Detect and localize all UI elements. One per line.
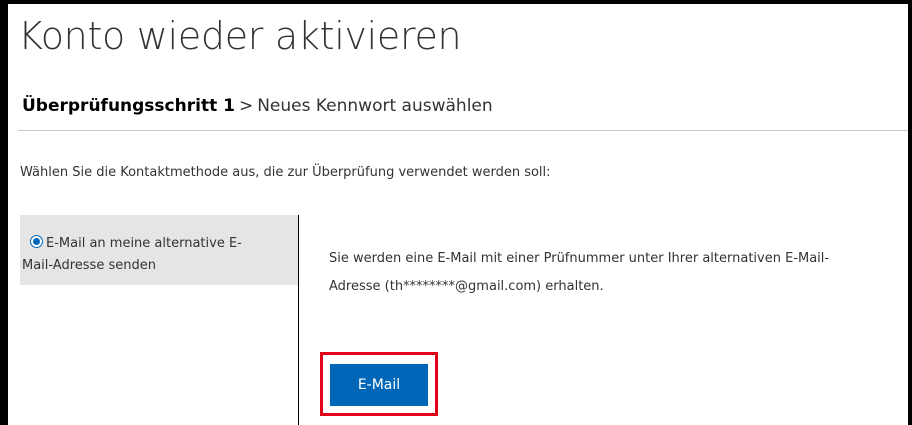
contact-option-label-line1: E-Mail an meine alternative E- [46,236,242,251]
method-description-line2: Adresse (th********@gmail.com) erhalten. [329,279,604,294]
window-frame-top [0,0,912,4]
breadcrumb-current-step: Überprüfungsschritt 1 [22,96,235,116]
radio-button-selected[interactable] [30,235,43,248]
method-description: Sie werden eine E-Mail mit einer Prüfnum… [329,245,904,301]
radio-dot-icon [33,238,40,245]
method-description-line1: Sie werden eine E-Mail mit einer Prüfnum… [329,251,830,266]
instruction-text: Wählen Sie die Kontaktmethode aus, die z… [20,165,551,180]
contact-option-label-line2: Mail-Adresse senden [22,258,156,273]
contact-option-alternate-email[interactable]: E-Mail an meine alternative E- Mail-Adre… [20,215,298,285]
breadcrumb-separator: > [238,96,254,116]
contact-method-list: E-Mail an meine alternative E- Mail-Adre… [20,215,299,425]
contact-option-label: E-Mail an meine alternative E- Mail-Adre… [22,233,296,277]
breadcrumb-next-step: Neues Kennwort auswählen [257,96,493,116]
header-divider [18,130,908,131]
page-title: Konto wieder aktivieren [18,14,462,58]
window-frame-left [0,0,8,425]
breadcrumb: Überprüfungsschritt 1 > Neues Kennwort aus… [22,94,493,118]
window-frame-right [908,0,912,425]
send-email-button[interactable]: E-Mail [330,364,428,406]
